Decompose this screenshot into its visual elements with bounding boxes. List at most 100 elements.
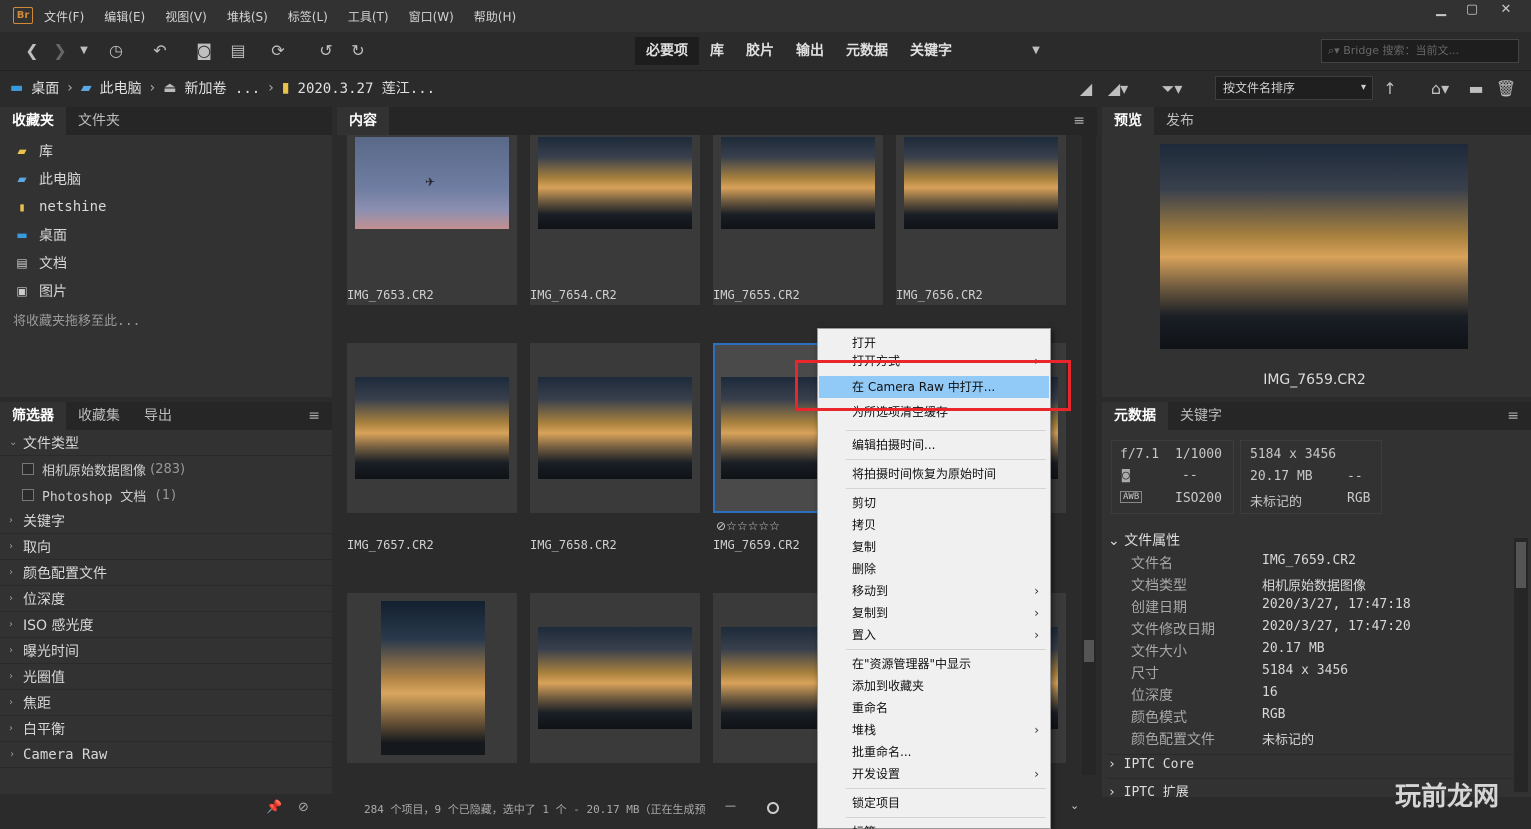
thumbnail-cell[interactable] bbox=[347, 593, 517, 763]
refine-icon[interactable]: ▤ bbox=[226, 40, 250, 62]
scrollbar-thumb[interactable] bbox=[1084, 640, 1094, 662]
filter-group[interactable]: › 白平衡 bbox=[0, 716, 332, 742]
filter-group[interactable]: › 位深度 bbox=[0, 586, 332, 612]
chevron-down-icon[interactable]: ▼ bbox=[72, 40, 96, 62]
content-scrollbar[interactable] bbox=[1082, 135, 1096, 775]
thumbnail-filename[interactable]: IMG_7653.CR2 bbox=[347, 288, 434, 302]
fav-desktop[interactable]: ▬ 桌面 bbox=[0, 221, 332, 249]
clear-filter-icon[interactable]: ⊘ bbox=[298, 800, 309, 815]
workspace-metadata[interactable]: 元数据 bbox=[835, 37, 899, 65]
menu-item-place[interactable]: 置入 › bbox=[819, 624, 1049, 646]
menu-item-add-to-favorites[interactable]: 添加到收藏夹 bbox=[819, 675, 1049, 697]
menu-item-stack[interactable]: 堆栈 › bbox=[819, 719, 1049, 741]
thumbnail-cell[interactable]: ✈ bbox=[347, 135, 517, 305]
tab-keywords[interactable]: 关键字 bbox=[1168, 402, 1234, 430]
filter-checkbox-psd[interactable]: Photoshop 文档 (1) bbox=[0, 482, 332, 508]
pin-icon[interactable]: 📌 bbox=[266, 800, 282, 815]
recent-icon[interactable]: ◷ bbox=[104, 40, 128, 62]
forward-icon[interactable]: ❯ bbox=[48, 40, 72, 62]
tab-export[interactable]: 导出 bbox=[132, 402, 184, 430]
sync-icon[interactable]: ⟳ bbox=[266, 40, 290, 62]
fav-library[interactable]: ▰ 库 bbox=[0, 137, 332, 165]
tab-metadata[interactable]: 元数据 bbox=[1102, 402, 1168, 430]
tab-content[interactable]: 内容 bbox=[337, 107, 389, 135]
metadata-scrollbar[interactable] bbox=[1514, 538, 1528, 792]
workspace-library[interactable]: 库 bbox=[699, 37, 735, 65]
menu-item-move-to[interactable]: 移动到 › bbox=[819, 580, 1049, 602]
maximize-button[interactable]: ▢ bbox=[1457, 0, 1487, 22]
fav-documents[interactable]: ▤ 文档 bbox=[0, 249, 332, 277]
checkbox[interactable] bbox=[22, 489, 34, 501]
filter-group[interactable]: › 光圈值 bbox=[0, 664, 332, 690]
menu-stack[interactable]: 堆栈(S) bbox=[227, 8, 268, 25]
filter-group[interactable]: › 关键字 bbox=[0, 508, 332, 534]
menu-view[interactable]: 视图(V) bbox=[165, 8, 207, 25]
panel-menu-icon[interactable]: ≡ bbox=[1061, 107, 1097, 135]
boomerang-icon[interactable]: ↶ bbox=[148, 40, 172, 62]
thumbnail-size-slider[interactable] bbox=[767, 802, 779, 814]
workspace-keywords[interactable]: 关键字 bbox=[899, 37, 963, 65]
filter-group[interactable]: › 颜色配置文件 bbox=[0, 560, 332, 586]
menu-item-label-submenu[interactable]: 标签 › bbox=[819, 821, 1049, 829]
menu-item-lock[interactable]: 锁定项目 bbox=[819, 792, 1049, 814]
filter-file-type[interactable]: ⌄ 文件类型 bbox=[0, 430, 332, 456]
checkbox[interactable] bbox=[22, 463, 34, 475]
menu-help[interactable]: 帮助(H) bbox=[474, 8, 516, 25]
open-recent-icon[interactable]: ⌂▾ bbox=[1428, 78, 1452, 100]
menu-item-edit-capture-time[interactable]: 编辑拍摄时间... bbox=[819, 434, 1049, 456]
thumbnail-cell[interactable] bbox=[530, 135, 700, 305]
iptc-core-header[interactable]: › IPTC Core bbox=[1108, 754, 1518, 772]
quality-icon[interactable]: ◢ bbox=[1074, 78, 1098, 100]
menu-item-reveal-in-explorer[interactable]: 在"资源管理器"中显示 bbox=[819, 653, 1049, 675]
crumb-drive[interactable]: 新加卷 ... bbox=[184, 78, 260, 98]
camera-icon[interactable]: ◙ bbox=[192, 40, 216, 62]
rotate-right-icon[interactable]: ↻ bbox=[346, 40, 370, 62]
filter-group[interactable]: › 取向 bbox=[0, 534, 332, 560]
rotate-left-icon[interactable]: ↺ bbox=[314, 40, 338, 62]
crumb-folder[interactable]: 2020.3.27 莲江... bbox=[298, 78, 436, 98]
preview-image[interactable] bbox=[1160, 144, 1468, 349]
trash-icon[interactable]: 🗑 bbox=[1494, 78, 1518, 100]
workspace-more-icon[interactable]: ▼ bbox=[1024, 40, 1048, 62]
menu-tools[interactable]: 工具(T) bbox=[348, 8, 389, 25]
rating-stars[interactable]: ⊘☆☆☆☆☆ bbox=[716, 519, 780, 533]
menu-item-copy-to[interactable]: 复制到 › bbox=[819, 602, 1049, 624]
chevron-down-icon[interactable]: ⌄ bbox=[1070, 799, 1079, 812]
crumb-desktop[interactable]: 桌面 bbox=[31, 78, 59, 98]
tab-folders[interactable]: 文件夹 bbox=[66, 107, 132, 135]
tab-publish[interactable]: 发布 bbox=[1154, 107, 1206, 135]
thumbnail-filename[interactable]: IMG_7656.CR2 bbox=[896, 288, 983, 302]
menu-item-open[interactable]: 打开 bbox=[819, 332, 1049, 354]
filter-group[interactable]: › ISO 感光度 bbox=[0, 612, 332, 638]
menu-item-develop-settings[interactable]: 开发设置 › bbox=[819, 763, 1049, 785]
thumbnail-cell[interactable] bbox=[896, 135, 1066, 305]
tab-preview[interactable]: 预览 bbox=[1102, 107, 1154, 135]
menu-item-duplicate[interactable]: 复制 bbox=[819, 536, 1049, 558]
zoom-out-icon[interactable]: — bbox=[725, 799, 736, 812]
menu-item-batch-rename[interactable]: 批重命名... bbox=[819, 741, 1049, 763]
menu-label[interactable]: 标签(L) bbox=[288, 8, 328, 25]
new-folder-icon[interactable]: ▬ bbox=[1464, 78, 1488, 100]
fav-computer[interactable]: ▰ 此电脑 bbox=[0, 165, 332, 193]
tab-filter[interactable]: 筛选器 bbox=[0, 402, 66, 430]
thumbnail-filename[interactable]: IMG_7654.CR2 bbox=[530, 288, 617, 302]
filter-icon[interactable]: ⏷▾ bbox=[1160, 78, 1184, 100]
rating-filter-icon[interactable]: ◢▾ bbox=[1106, 78, 1130, 100]
menu-item-rename[interactable]: 重命名 bbox=[819, 697, 1049, 719]
filter-group[interactable]: › 焦距 bbox=[0, 690, 332, 716]
thumbnail-filename[interactable]: IMG_7659.CR2 bbox=[713, 538, 800, 552]
fav-netshine[interactable]: ▮ netshine bbox=[0, 193, 332, 221]
menu-file[interactable]: 文件(F) bbox=[44, 8, 84, 25]
filter-group[interactable]: › Camera Raw bbox=[0, 742, 332, 768]
workspace-essentials[interactable]: 必要项 bbox=[635, 37, 699, 65]
menu-item-revert-capture-time[interactable]: 将拍摄时间恢复为原始时间 bbox=[819, 463, 1049, 485]
workspace-output[interactable]: 输出 bbox=[785, 37, 835, 65]
panel-menu-icon[interactable]: ≡ bbox=[296, 402, 332, 430]
thumbnail-cell[interactable] bbox=[530, 593, 700, 763]
sort-dropdown[interactable]: 按文件名排序 ▾ bbox=[1215, 76, 1373, 100]
filter-checkbox-raw[interactable]: 相机原始数据图像 (283) bbox=[0, 456, 332, 482]
minimize-button[interactable]: ▁ bbox=[1426, 0, 1456, 22]
thumbnail-cell[interactable] bbox=[713, 135, 883, 305]
tab-collections[interactable]: 收藏集 bbox=[66, 402, 132, 430]
scrollbar-thumb[interactable] bbox=[1516, 542, 1526, 588]
